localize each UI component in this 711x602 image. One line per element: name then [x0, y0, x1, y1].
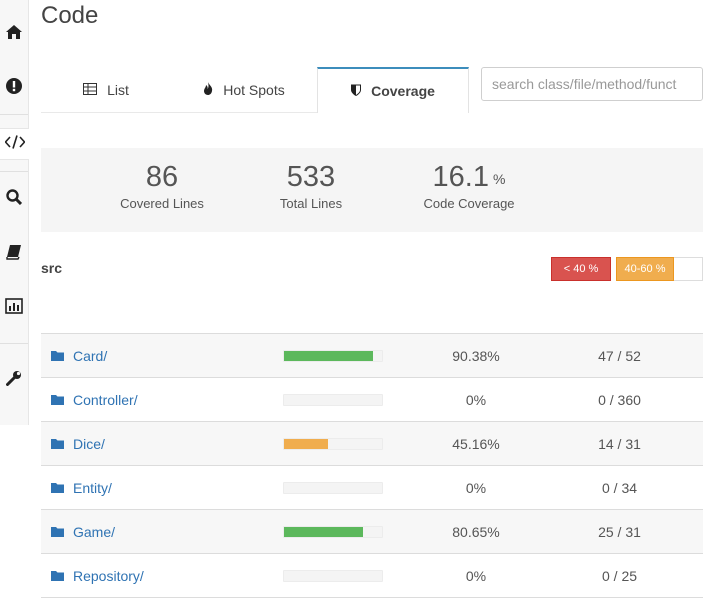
- page-title: Code: [41, 2, 99, 29]
- folder-icon: [51, 348, 64, 364]
- folder-link[interactable]: Game/: [51, 510, 115, 553]
- code-coverage-stat: 16.1% Code Coverage: [399, 160, 539, 211]
- wrench-icon: [6, 370, 22, 391]
- coverage-lines: 47 / 52: [598, 347, 641, 364]
- folder-icon: [51, 524, 64, 540]
- section-title: src: [41, 260, 63, 276]
- home-icon: [6, 24, 22, 44]
- code-coverage-value-row: 16.1%: [399, 160, 539, 194]
- coverage-percent: 80.65%: [452, 523, 500, 540]
- chart-icon: [5, 297, 23, 319]
- coverage-lines: 0 / 34: [601, 479, 638, 496]
- table-row: Entity/0% 0 / 34: [41, 466, 703, 510]
- code-coverage-value: 16.1: [432, 161, 489, 193]
- table-row: Card/90.38% 47 / 52: [41, 334, 703, 378]
- coverage-lines: 0 / 25: [601, 567, 638, 584]
- coverage-bar-fill: [284, 439, 329, 449]
- folder-name: Game/: [73, 523, 116, 540]
- folder-icon: [51, 568, 64, 584]
- folder-link[interactable]: Repository/: [51, 554, 144, 597]
- table-icon: [83, 82, 98, 98]
- coverage-bar: [283, 438, 383, 450]
- table-row: Repository/0% 0 / 25: [41, 554, 703, 598]
- covered-lines-stat: 86 Covered Lines: [102, 160, 222, 211]
- tab-label: Coverage: [371, 83, 435, 99]
- code-coverage-label: Code Coverage: [423, 196, 515, 211]
- total-lines-label: Total Lines: [279, 196, 343, 211]
- folder-icon: [51, 392, 64, 408]
- coverage-percent: 0%: [465, 391, 487, 408]
- sidebar-item-issues[interactable]: [0, 73, 28, 103]
- tabs-divider: [41, 112, 317, 113]
- alert-icon: [6, 77, 22, 99]
- tab-label: Hot Spots: [223, 82, 285, 98]
- folder-link[interactable]: Card/: [51, 334, 107, 377]
- coverage-table: Card/90.38% 47 / 52 Controller/0% 0 / 360 Di…: [41, 333, 703, 598]
- coverage-bar: [283, 350, 383, 362]
- folder-icon: [51, 480, 64, 496]
- coverage-lines: 0 / 360: [598, 391, 641, 408]
- coverage-percent: 45.16%: [452, 435, 500, 452]
- sidebar-item-docs[interactable]: [0, 239, 28, 269]
- total-lines-stat: 533 Total Lines: [251, 160, 371, 211]
- coverage-summary: 86 Covered Lines 533 Total Lines 16.1% C…: [41, 148, 703, 232]
- book-icon: [6, 244, 22, 265]
- coverage-lines: 14 / 31: [598, 435, 641, 452]
- folder-name: Controller/: [73, 391, 138, 408]
- coverage-bar: [283, 570, 383, 582]
- sidebar-nav: [0, 0, 29, 425]
- sidebar-item-settings[interactable]: [0, 365, 28, 395]
- coverage-lines: 25 / 31: [598, 523, 641, 540]
- view-tabs: List Hot Spots Coverage: [41, 67, 471, 113]
- fire-icon: [203, 82, 213, 98]
- coverage-bar-fill: [284, 351, 373, 361]
- folder-name: Dice/: [73, 435, 105, 452]
- code-icon: [3, 134, 26, 154]
- covered-lines-label: Covered Lines: [120, 196, 204, 211]
- coverage-bar: [283, 526, 383, 538]
- search-icon: [6, 188, 23, 210]
- table-row: Game/80.65% 25 / 31: [41, 510, 703, 554]
- coverage-bar-fill: [284, 527, 364, 537]
- folder-icon: [51, 436, 64, 452]
- legend-high: [674, 257, 703, 281]
- covered-lines-value: 86: [145, 161, 179, 193]
- legend-mid: 40-60 %: [616, 257, 674, 281]
- folder-link[interactable]: Dice/: [51, 422, 105, 465]
- table-row: Dice/45.16% 14 / 31: [41, 422, 703, 466]
- folder-name: Entity/: [73, 479, 112, 496]
- legend-low: < 40 %: [551, 257, 611, 281]
- search-input[interactable]: [481, 67, 703, 101]
- table-row: Controller/0% 0 / 360: [41, 378, 703, 422]
- sidebar-item-metrics[interactable]: [0, 293, 28, 323]
- shield-icon: [351, 83, 362, 99]
- sidebar-item-code[interactable]: [0, 128, 29, 160]
- coverage-percent: 0%: [465, 567, 487, 584]
- total-lines-value: 533: [286, 161, 336, 193]
- tab-hot-spots[interactable]: Hot Spots: [171, 67, 317, 113]
- tab-label: List: [107, 82, 129, 98]
- folder-name: Card/: [73, 347, 108, 364]
- folder-link[interactable]: Entity/: [51, 466, 112, 509]
- coverage-bar: [283, 394, 383, 406]
- tab-coverage[interactable]: Coverage: [317, 67, 469, 113]
- coverage-percent: 90.38%: [452, 347, 500, 364]
- folder-name: Repository/: [73, 567, 144, 584]
- code-coverage-unit: %: [493, 171, 506, 187]
- coverage-percent: 0%: [465, 479, 487, 496]
- coverage-bar: [283, 482, 383, 494]
- sidebar-item-home[interactable]: [0, 19, 28, 49]
- folder-link[interactable]: Controller/: [51, 378, 138, 421]
- tab-list[interactable]: List: [41, 67, 171, 113]
- sidebar-item-search[interactable]: [0, 184, 28, 214]
